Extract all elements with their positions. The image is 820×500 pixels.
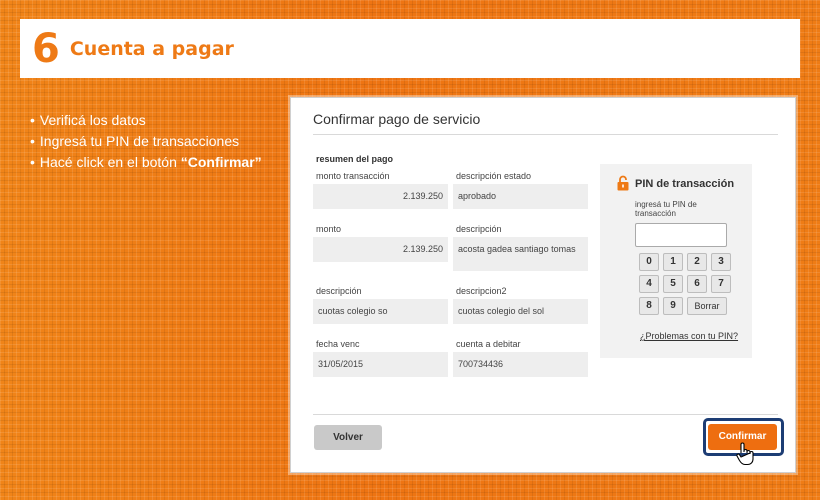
instruction-item: Hacé click en el botón “Confirmar” bbox=[30, 152, 262, 173]
field-label-cuenta-a-debitar: cuenta a debitar bbox=[456, 339, 521, 349]
pin-input[interactable] bbox=[635, 223, 727, 247]
back-button[interactable]: Volver bbox=[314, 425, 382, 450]
instructions-list: Verificá los datos Ingresá tu PIN de tra… bbox=[30, 110, 262, 173]
pin-key-8[interactable]: 8 bbox=[639, 297, 659, 315]
divider bbox=[313, 134, 778, 135]
instruction-item: Verificá los datos bbox=[30, 110, 262, 131]
pin-subtitle: ingresá tu PIN de transacción bbox=[635, 200, 697, 218]
divider bbox=[313, 414, 778, 415]
pin-title: PIN de transacción bbox=[635, 178, 735, 190]
header-bar: 6 Cuenta a pagar bbox=[20, 19, 800, 78]
summary-label: resumen del pago bbox=[316, 154, 394, 164]
field-label-fecha-venc: fecha venc bbox=[316, 339, 360, 349]
field-label-descripcion: descripción bbox=[456, 224, 502, 234]
pin-key-4[interactable]: 4 bbox=[639, 275, 659, 293]
pin-help-link[interactable]: ¿Problemas con tu PIN? bbox=[640, 331, 738, 341]
confirm-payment-dialog: Confirmar pago de servicio resumen del p… bbox=[290, 97, 796, 473]
hand-pointer-icon bbox=[736, 442, 754, 466]
field-label-monto-transaccion: monto transacción bbox=[316, 171, 390, 181]
field-value-cuenta-a-debitar: 700734436 bbox=[453, 352, 588, 377]
pin-key-7[interactable]: 7 bbox=[711, 275, 731, 293]
field-value-monto-transaccion: 2.139.250 bbox=[313, 184, 448, 209]
field-value-fecha-venc: 31/05/2015 bbox=[313, 352, 448, 377]
page-title: Cuenta a pagar bbox=[69, 37, 234, 60]
field-label-descripcion-1: descripción bbox=[316, 286, 362, 296]
field-value-descripcion-1: cuotas colegio so bbox=[313, 299, 448, 324]
field-label-monto: monto bbox=[316, 224, 342, 234]
pin-key-1[interactable]: 1 bbox=[663, 253, 683, 271]
field-value-descripcion2: cuotas colegio del sol bbox=[453, 299, 588, 324]
lock-icon bbox=[617, 175, 629, 191]
field-value-descripcion-estado: aprobado bbox=[453, 184, 588, 209]
field-label-descripcion2: descripcion2 bbox=[456, 286, 507, 296]
pin-delete-button[interactable]: Borrar bbox=[687, 297, 727, 315]
step-number: 6 bbox=[32, 25, 60, 72]
field-value-monto: 2.139.250 bbox=[313, 237, 448, 262]
pin-key-5[interactable]: 5 bbox=[663, 275, 683, 293]
field-value-descripcion: acosta gadea santiago tomas bbox=[453, 237, 588, 271]
pin-key-0[interactable]: 0 bbox=[639, 253, 659, 271]
pin-key-9[interactable]: 9 bbox=[663, 297, 683, 315]
field-label-descripcion-estado: descripción estado bbox=[456, 171, 532, 181]
instruction-item: Ingresá tu PIN de transacciones bbox=[30, 131, 262, 152]
dialog-title: Confirmar pago de servicio bbox=[313, 111, 481, 127]
pin-key-6[interactable]: 6 bbox=[687, 275, 707, 293]
instruction-text: Hacé click en el botón bbox=[39, 154, 181, 170]
pin-key-2[interactable]: 2 bbox=[687, 253, 707, 271]
instruction-highlight: “Confirmar” bbox=[180, 154, 262, 170]
pin-panel: PIN de transacción ingresá tu PIN de tra… bbox=[600, 164, 752, 358]
pin-key-3[interactable]: 3 bbox=[711, 253, 731, 271]
